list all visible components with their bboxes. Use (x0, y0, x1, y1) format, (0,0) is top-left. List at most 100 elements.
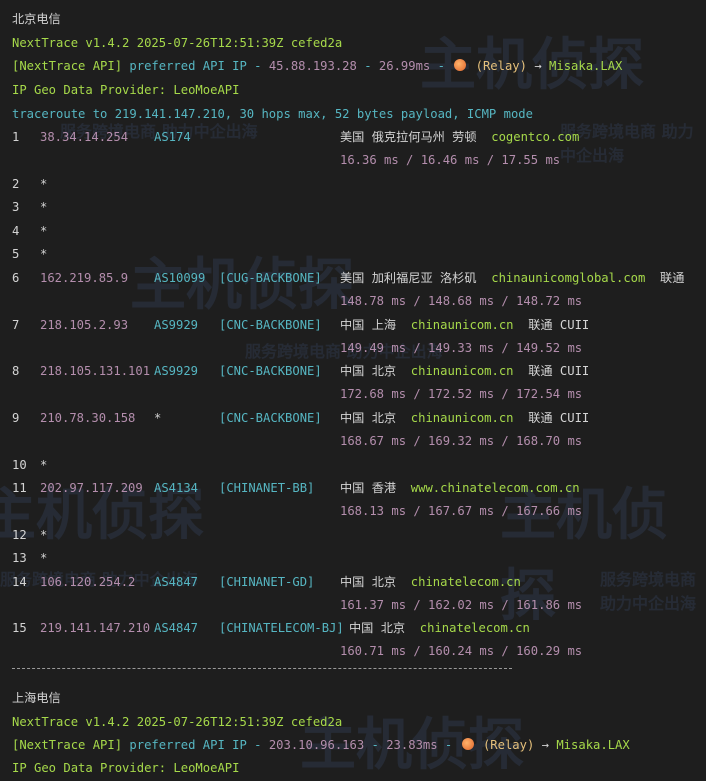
hop-domain: chinaunicom.cn (410, 364, 514, 378)
terminal-output: 主机侦探 服务跨境电商 助力中企出海 服务跨境电商 助力中企出海 主机侦探 服务… (0, 0, 706, 778)
geo-provider-line: IP Geo Data Provider: LeoMoeAPI (12, 761, 240, 775)
api-prefix: [NextTrace API] (12, 59, 123, 73)
hop-backbone-tag: [CHINANET-GD] (219, 575, 315, 589)
hop-ip: * (40, 247, 48, 261)
api-relay: (Relay) (475, 59, 527, 73)
api-prefix: [NextTrace API] (12, 738, 123, 752)
api-latency: 26.99ms (378, 59, 431, 73)
hop-number: 10 (12, 458, 27, 472)
hop-isp: 联通 CUII (528, 318, 590, 332)
hop-asn: AS174 (154, 130, 191, 144)
hop-number: 4 (12, 224, 20, 238)
hop-isp: 联通 (660, 271, 685, 285)
hop-backbone-tag: [CNC-BACKBONE] (219, 411, 322, 425)
hop-geo: 中国 香港 www.chinatelecom.com.cn (340, 480, 580, 496)
api-relay: (Relay) (482, 738, 535, 752)
hop-location: 中国 北京 (349, 621, 406, 635)
hop-location: 中国 北京 (340, 411, 397, 425)
section-title: 上海电信 (12, 691, 61, 705)
hop-domain: chinaunicomglobal.com (491, 271, 646, 285)
hop-number: 15 (12, 621, 27, 635)
relay-icon (461, 738, 474, 750)
version-line: NextTrace v1.4.2 2025-07-26T12:51:39Z ce… (12, 36, 343, 50)
hop-number: 3 (12, 200, 20, 214)
api-text: preferred API IP - (122, 738, 269, 752)
hop-rtt: 148.78 ms / 148.68 ms / 148.72 ms (340, 294, 583, 308)
hop-ip: 218.105.2.93 (40, 318, 129, 332)
api-line: [NextTrace API] preferred API IP - 45.88… (12, 58, 622, 74)
api-ip: 203.10.96.163 (268, 738, 365, 752)
api-text: preferred API IP - (122, 59, 269, 73)
hop-number: 14 (12, 575, 27, 589)
hop-domain: chinaunicom.cn (410, 411, 514, 425)
hop-ip: 38.34.14.254 (40, 130, 129, 144)
hop-asn: * (154, 411, 162, 425)
hop-ip: 219.141.147.210 (40, 621, 151, 635)
relay-icon (454, 59, 467, 71)
api-arrow: → (534, 738, 557, 752)
hop-ip: * (40, 458, 48, 472)
geo-provider-line: IP Geo Data Provider: LeoMoeAPI (12, 83, 240, 97)
hop-number: 5 (12, 247, 20, 261)
hop-domain: chinatelecom.cn (410, 575, 521, 589)
hop-domain: cogentco.com (491, 130, 580, 144)
hop-location: 中国 北京 (340, 364, 397, 378)
hop-location: 中国 北京 (340, 575, 397, 589)
api-dash: - (437, 738, 460, 752)
api-dash: - (356, 59, 379, 73)
hop-geo: 中国 上海 chinaunicom.cn 联通 CUII (340, 317, 589, 333)
hop-ip: 202.97.117.209 (40, 481, 143, 495)
hop-asn: AS4847 (154, 575, 199, 589)
hop-rtt: 161.37 ms / 162.02 ms / 161.86 ms (340, 598, 583, 612)
version-line: NextTrace v1.4.2 2025-07-26T12:51:39Z ce… (12, 715, 343, 729)
hop-location: 美国 加利福尼亚 洛杉矶 (340, 271, 477, 285)
hop-isp: 联通 CUII (528, 411, 590, 425)
hop-domain: www.chinatelecom.com.cn (410, 481, 580, 495)
hop-rtt: 168.67 ms / 169.32 ms / 168.70 ms (340, 434, 583, 448)
hop-number: 13 (12, 551, 27, 565)
hop-backbone-tag: [CNC-BACKBONE] (219, 318, 322, 332)
api-latency: 23.83ms (386, 738, 438, 752)
hop-ip: * (40, 200, 48, 214)
hop-ip: * (40, 551, 48, 565)
hop-geo: 美国 加利福尼亚 洛杉矶 chinaunicomglobal.com 联通 (340, 270, 684, 286)
hop-rtt: 149.49 ms / 149.33 ms / 149.52 ms (340, 341, 583, 355)
hop-number: 6 (12, 271, 20, 285)
watermark-slogan: 服务跨境电商 助力中企出海 (600, 570, 697, 613)
api-line: [NextTrace API] preferred API IP - 203.1… (12, 737, 630, 753)
hop-asn: AS9929 (154, 364, 199, 378)
hop-backbone-tag: [CNC-BACKBONE] (219, 364, 322, 378)
hop-number: 12 (12, 528, 27, 542)
hop-rtt: 172.68 ms / 172.52 ms / 172.54 ms (340, 387, 583, 401)
api-arrow: → (527, 59, 550, 73)
watermark-slogan: 服务跨境电商 助力中企出海 (560, 122, 694, 165)
hop-ip: 210.78.30.158 (40, 411, 136, 425)
api-dash: - (364, 738, 387, 752)
hop-asn: AS10099 (154, 271, 206, 285)
hop-rtt: 168.13 ms / 167.67 ms / 167.66 ms (340, 504, 583, 518)
hop-backbone-tag: [CHINANET-BB] (219, 481, 315, 495)
hop-geo: 中国 北京 chinaunicom.cn 联通 CUII (340, 363, 589, 379)
hop-geo: 中国 北京 chinaunicom.cn 联通 CUII (340, 410, 589, 426)
hop-number: 9 (12, 411, 20, 425)
hop-number: 7 (12, 318, 20, 332)
hop-number: 11 (12, 481, 27, 495)
hop-domain: chinatelecom.cn (419, 621, 530, 635)
hop-asn: AS4134 (154, 481, 199, 495)
api-dash: - (430, 59, 453, 73)
hop-ip: 218.105.131.101 (40, 364, 151, 378)
hop-geo: 中国 北京 chinatelecom.cn (340, 574, 521, 590)
hop-asn: AS9929 (154, 318, 199, 332)
hop-ip: * (40, 177, 48, 191)
hop-domain: chinaunicom.cn (410, 318, 514, 332)
hop-ip: * (40, 528, 48, 542)
hop-geo: 美国 俄克拉何马州 劳顿 cogentco.com (340, 129, 579, 145)
hop-ip: * (40, 224, 48, 238)
section-title: 北京电信 (12, 12, 61, 26)
hop-location: 美国 俄克拉何马州 劳顿 (340, 130, 477, 144)
api-ip: 45.88.193.28 (268, 59, 357, 73)
hop-location: 中国 香港 (340, 481, 397, 495)
api-target: Misaka.LAX (549, 59, 623, 73)
hop-location: 中国 上海 (340, 318, 397, 332)
hop-rtt: 160.71 ms / 160.24 ms / 160.29 ms (340, 644, 583, 658)
